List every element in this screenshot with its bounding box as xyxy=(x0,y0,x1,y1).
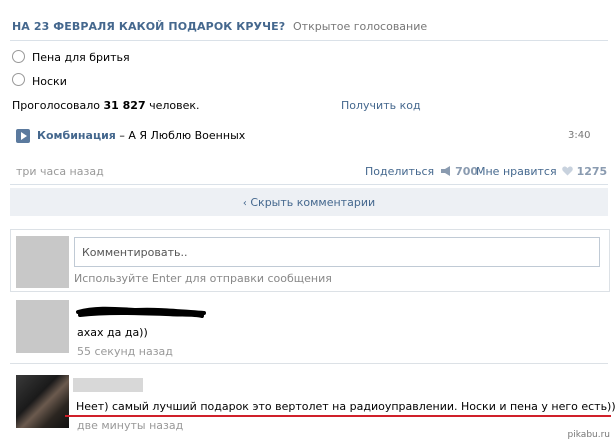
poll-option-radio-2[interactable] xyxy=(12,73,25,86)
poll-type: Открытое голосование xyxy=(293,20,428,33)
red-underline xyxy=(65,415,611,417)
hide-comments-bar[interactable]: ‹ Скрыть комментарии xyxy=(10,188,608,216)
vote-prefix: Проголосовало xyxy=(12,99,104,112)
audio-title: А Я Люблю Военных xyxy=(128,129,246,142)
audio-track[interactable]: Комбинация – А Я Люблю Военных xyxy=(37,129,245,142)
poll-option-radio-1[interactable] xyxy=(12,50,25,63)
scribbled-name xyxy=(76,306,206,318)
vote-suffix: человек. xyxy=(145,99,200,112)
comment-time-2[interactable]: две минуты назад xyxy=(77,419,183,432)
divider xyxy=(10,184,608,185)
poll-option-label-1[interactable]: Пена для бритья xyxy=(32,51,130,64)
vote-number: 31 827 xyxy=(103,99,146,112)
share-count: 700 xyxy=(455,165,479,178)
like-button[interactable]: Мне нравится 1275 xyxy=(476,165,607,178)
heart-icon xyxy=(562,166,573,176)
poll-title: НА 23 ФЕВРАЛЯ КАКОЙ ПОДАРОК КРУЧЕ? xyxy=(12,20,286,33)
comment-placeholder[interactable]: Комментировать.. xyxy=(82,246,187,259)
divider xyxy=(10,40,608,41)
share-button[interactable]: Поделиться 700 xyxy=(365,165,478,178)
commenter-photo xyxy=(16,375,69,428)
poll-option-label-2[interactable]: Носки xyxy=(32,75,67,88)
comment-input[interactable]: Комментировать.. xyxy=(74,237,600,267)
audio-separator: – xyxy=(115,129,129,142)
avatar xyxy=(16,236,69,288)
watermark: pikabu.ru xyxy=(567,430,610,440)
audio-duration: 3:40 xyxy=(568,130,591,141)
comment-time-1[interactable]: 55 секунд назад xyxy=(77,345,173,358)
play-icon[interactable] xyxy=(16,129,30,143)
hide-comments-label[interactable]: Скрыть комментарии xyxy=(250,196,375,209)
avatar xyxy=(16,300,69,353)
share-label[interactable]: Поделиться xyxy=(365,165,434,178)
post-time[interactable]: три часа назад xyxy=(16,165,104,178)
comment-text-1: ахах да да)) xyxy=(77,326,148,339)
like-count: 1275 xyxy=(576,165,608,178)
audio-artist[interactable]: Комбинация xyxy=(37,129,116,142)
comment-text-2: Неет) самый лучший подарок это вертолет … xyxy=(76,400,616,413)
chevron-left-icon: ‹ xyxy=(242,198,247,209)
name-redaction xyxy=(73,378,143,392)
hide-comments-link[interactable]: ‹ Скрыть комментарии xyxy=(10,196,608,209)
comment-hint: Используйте Enter для отправки сообщения xyxy=(74,272,332,285)
megaphone-icon xyxy=(440,166,450,176)
poll-vote-count: Проголосовало 31 827 человек. xyxy=(12,99,200,112)
like-label[interactable]: Мне нравится xyxy=(476,165,557,178)
get-code-link[interactable]: Получить код xyxy=(341,99,421,112)
